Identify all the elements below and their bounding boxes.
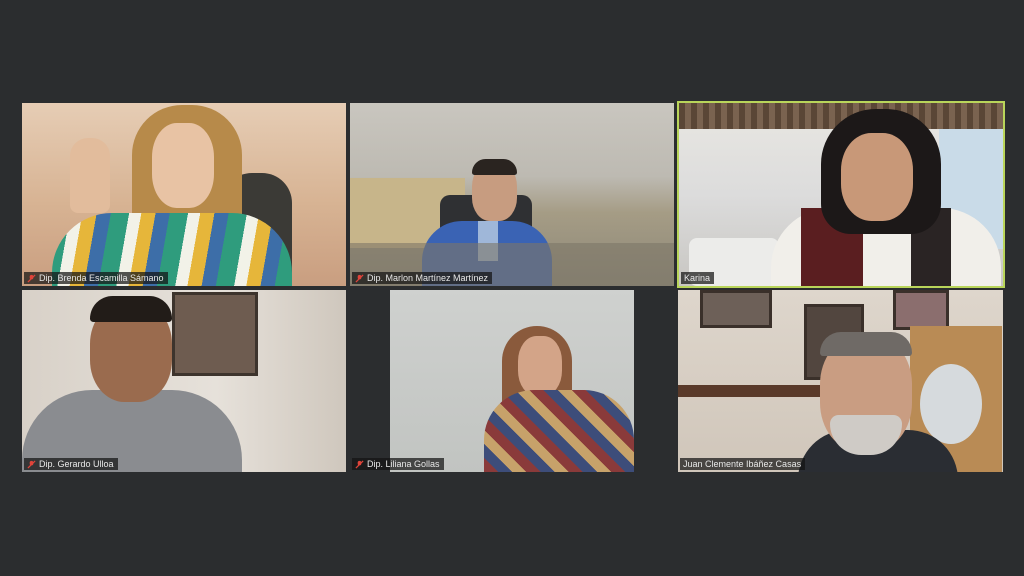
participant-tile-1[interactable]: Dip. Brenda Escamilla Sámano bbox=[22, 103, 346, 286]
name-tag: Dip. Marlon Martínez Martínez bbox=[352, 272, 493, 284]
participant-tile-5[interactable]: Dip. Liliana Gollas bbox=[350, 290, 674, 472]
participant-face bbox=[518, 336, 562, 396]
muted-mic-icon bbox=[27, 273, 36, 283]
participant-hair bbox=[472, 159, 517, 175]
name-tag: Dip. Brenda Escamilla Sámano bbox=[24, 272, 168, 284]
muted-mic-icon bbox=[27, 459, 36, 469]
participant-face bbox=[152, 123, 214, 208]
door-glass bbox=[920, 364, 982, 444]
video-conference-view: { "participants": [ {"name": "Dip. Brend… bbox=[0, 0, 1024, 576]
participant-name: Dip. Brenda Escamilla Sámano bbox=[39, 273, 164, 283]
participant-face bbox=[841, 133, 913, 221]
muted-mic-icon bbox=[355, 273, 364, 283]
name-tag: Dip. Gerardo Ulloa bbox=[24, 458, 118, 470]
name-tag: Juan Clemente Ibáñez Casas bbox=[680, 458, 806, 470]
participant-hair bbox=[90, 296, 172, 322]
participant-hair bbox=[820, 332, 912, 356]
participant-name: Juan Clemente Ibáñez Casas bbox=[683, 459, 802, 469]
participant-tile-4[interactable]: Dip. Gerardo Ulloa bbox=[22, 290, 346, 472]
participant-tile-6[interactable]: Juan Clemente Ibáñez Casas bbox=[678, 290, 1003, 472]
name-tag: Karina bbox=[681, 272, 715, 284]
participant-name: Karina bbox=[684, 273, 711, 283]
participant-tile-2[interactable]: Dip. Marlon Martínez Martínez bbox=[350, 103, 674, 286]
raised-hand bbox=[70, 138, 110, 213]
railing bbox=[678, 385, 838, 397]
wall-picture bbox=[700, 290, 772, 328]
muted-mic-icon bbox=[355, 459, 364, 469]
participant-body bbox=[484, 390, 634, 472]
name-tag: Dip. Liliana Gollas bbox=[352, 458, 444, 470]
participant-name: Dip. Gerardo Ulloa bbox=[39, 459, 114, 469]
participant-tile-3[interactable]: Karina bbox=[677, 101, 1005, 288]
participant-name: Dip. Marlon Martínez Martínez bbox=[367, 273, 489, 283]
wall-picture bbox=[893, 290, 949, 330]
wall-picture bbox=[172, 292, 258, 376]
participant-name: Dip. Liliana Gollas bbox=[367, 459, 440, 469]
